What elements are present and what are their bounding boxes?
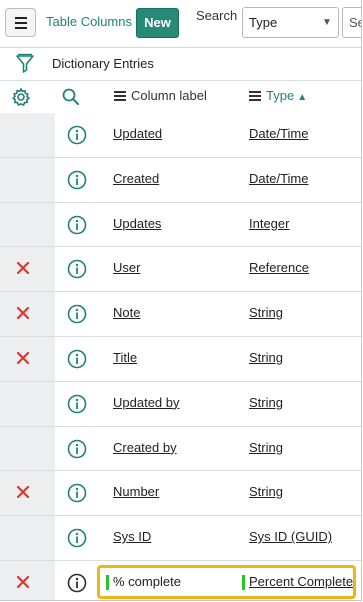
column-label-link[interactable]: Updated bbox=[113, 126, 162, 141]
column-menu-icon[interactable] bbox=[249, 90, 261, 101]
info-icon[interactable] bbox=[67, 483, 87, 508]
context-menu-button[interactable] bbox=[5, 8, 36, 37]
table-row: Note String bbox=[0, 292, 361, 337]
funnel-icon[interactable] bbox=[15, 53, 35, 80]
delete-x-icon[interactable] bbox=[16, 306, 30, 325]
column-type-link[interactable]: Integer bbox=[249, 216, 289, 231]
table-columns-list: Table Columns New Search Type ▼ Se Dicti… bbox=[0, 0, 362, 601]
table-row: Created by String bbox=[0, 426, 361, 472]
column-label-header[interactable]: Column label bbox=[114, 88, 207, 103]
table-row: Updated Date/Time bbox=[0, 113, 361, 158]
delete-x-icon[interactable] bbox=[16, 261, 30, 280]
sort-ascending-icon[interactable]: ▲ bbox=[297, 92, 307, 103]
new-button[interactable]: New bbox=[136, 8, 179, 38]
column-label-link[interactable]: Number bbox=[113, 484, 159, 499]
info-icon[interactable] bbox=[67, 394, 87, 419]
list-header: Table Columns New Search Type ▼ Se bbox=[0, 0, 361, 48]
column-label-link[interactable]: Title bbox=[113, 350, 137, 365]
table-row: Updates Integer bbox=[0, 202, 361, 248]
info-icon[interactable] bbox=[67, 259, 87, 284]
column-type-link[interactable]: String bbox=[249, 350, 283, 365]
type-column-header[interactable]: Type ▲ bbox=[249, 88, 307, 103]
column-type-link[interactable]: Date/Time bbox=[249, 171, 308, 186]
info-icon[interactable] bbox=[67, 573, 87, 598]
row-gutter bbox=[0, 113, 55, 157]
highlight-box bbox=[97, 564, 356, 599]
list-title[interactable]: Table Columns bbox=[46, 14, 132, 29]
search-input[interactable]: Se bbox=[342, 7, 361, 38]
search-label: Search bbox=[196, 8, 238, 23]
hamburger-icon-line bbox=[15, 22, 27, 24]
delete-x-icon[interactable] bbox=[16, 575, 30, 594]
column-label-link[interactable]: User bbox=[113, 260, 140, 275]
table-row: Number String bbox=[0, 471, 361, 517]
column-type-link[interactable]: Reference bbox=[249, 260, 309, 275]
column-header-row: Column label Type ▲ bbox=[0, 81, 361, 114]
hamburger-icon bbox=[15, 17, 27, 19]
magnifier-icon[interactable] bbox=[61, 87, 81, 112]
column-type-link[interactable]: String bbox=[249, 395, 283, 410]
table-row: User Reference bbox=[0, 247, 361, 293]
column-label-link[interactable]: Note bbox=[113, 305, 140, 320]
breadcrumb[interactable]: Dictionary Entries bbox=[52, 56, 154, 71]
table-row: Updated by String bbox=[0, 381, 361, 427]
column-label-link[interactable]: Updates bbox=[113, 216, 161, 231]
row-gutter bbox=[0, 381, 55, 426]
list-body: Updated Date/Time Created Date/Time Upda… bbox=[0, 113, 361, 600]
row-gutter bbox=[0, 157, 55, 202]
type-header-text: Type bbox=[266, 88, 295, 103]
info-icon[interactable] bbox=[67, 439, 87, 464]
info-icon[interactable] bbox=[67, 304, 87, 329]
column-type-link[interactable]: String bbox=[249, 484, 283, 499]
chevron-down-icon: ▼ bbox=[322, 17, 332, 28]
column-label-link[interactable]: Updated by bbox=[113, 395, 180, 410]
search-field-value: Type bbox=[249, 15, 278, 30]
column-type-link[interactable]: Sys ID (GUID) bbox=[249, 529, 332, 544]
delete-x-icon[interactable] bbox=[16, 351, 30, 370]
column-label-link[interactable]: Created by bbox=[113, 440, 177, 455]
info-icon[interactable] bbox=[67, 170, 87, 195]
column-menu-icon[interactable] bbox=[114, 90, 126, 101]
info-icon[interactable] bbox=[67, 528, 87, 553]
table-row: Created Date/Time bbox=[0, 157, 361, 203]
row-gutter bbox=[0, 516, 55, 560]
row-gutter bbox=[0, 426, 55, 471]
column-type-link[interactable]: String bbox=[249, 305, 283, 320]
search-input-text: Se bbox=[349, 15, 361, 30]
filter-bar: Dictionary Entries bbox=[0, 48, 361, 81]
column-label-header-text: Column label bbox=[131, 88, 207, 103]
info-icon[interactable] bbox=[67, 349, 87, 374]
info-icon[interactable] bbox=[67, 125, 87, 150]
info-icon[interactable] bbox=[67, 215, 87, 240]
table-row: Sys ID Sys ID (GUID) bbox=[0, 516, 361, 561]
column-type-link[interactable]: Date/Time bbox=[249, 126, 308, 141]
table-row: Title String bbox=[0, 336, 361, 382]
delete-x-icon[interactable] bbox=[16, 485, 30, 504]
gear-icon[interactable] bbox=[11, 87, 31, 112]
row-gutter bbox=[0, 202, 55, 247]
column-label-link[interactable]: Created bbox=[113, 171, 159, 186]
table-row-new: % complete Percent Complete bbox=[0, 560, 361, 600]
column-label-link[interactable]: Sys ID bbox=[113, 529, 151, 544]
column-type-link[interactable]: String bbox=[249, 440, 283, 455]
hamburger-icon-line bbox=[15, 27, 27, 29]
search-field-select[interactable]: Type ▼ bbox=[242, 7, 339, 38]
